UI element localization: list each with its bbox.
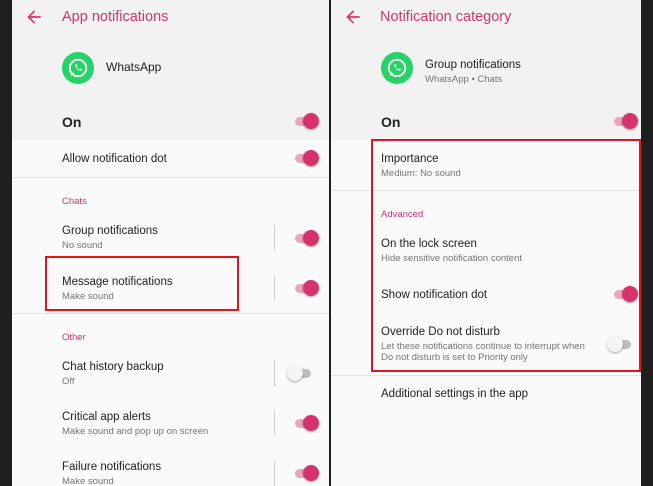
vertical-separator bbox=[274, 275, 275, 301]
back-arrow-icon[interactable] bbox=[24, 7, 44, 27]
divider bbox=[331, 375, 641, 376]
critical-app-alerts-subtitle: Make sound and pop up on screen bbox=[62, 426, 209, 437]
page-title: Notification category bbox=[380, 9, 512, 25]
highlight-box-category-settings bbox=[371, 139, 641, 372]
failure-notifications-title[interactable]: Failure notifications bbox=[62, 461, 161, 473]
section-header-other: Other bbox=[62, 332, 86, 343]
category-toggle[interactable] bbox=[612, 113, 638, 129]
additional-settings-link[interactable]: Additional settings in the app bbox=[381, 388, 528, 400]
divider bbox=[12, 177, 329, 178]
critical-app-alerts-title[interactable]: Critical app alerts bbox=[62, 411, 151, 423]
app-name: WhatsApp bbox=[106, 60, 162, 74]
back-arrow-icon[interactable] bbox=[343, 7, 363, 27]
critical-app-alerts-toggle[interactable] bbox=[293, 415, 319, 431]
chat-history-backup-toggle[interactable] bbox=[287, 365, 313, 381]
whatsapp-icon bbox=[381, 52, 413, 84]
page-title: App notifications bbox=[62, 9, 169, 25]
group-notifications-subtitle: No sound bbox=[62, 240, 103, 251]
vertical-separator bbox=[274, 225, 275, 251]
group-notifications-title[interactable]: Group notifications bbox=[62, 225, 158, 237]
failure-notifications-subtitle: Make sound bbox=[62, 476, 114, 486]
failure-notifications-toggle[interactable] bbox=[293, 465, 319, 481]
allow-notification-dot-label: Allow notification dot bbox=[62, 153, 167, 165]
whatsapp-icon bbox=[62, 52, 94, 84]
section-header-chats: Chats bbox=[62, 196, 87, 207]
category-subtitle: WhatsApp • Chats bbox=[425, 74, 503, 85]
allow-notification-dot-toggle[interactable] bbox=[293, 150, 319, 166]
category-title: Group notifications bbox=[425, 59, 521, 71]
vertical-separator bbox=[274, 410, 275, 436]
app-notifications-screen: App notifications WhatsApp On Allow noti… bbox=[12, 0, 329, 486]
master-toggle[interactable] bbox=[293, 113, 319, 129]
vertical-separator bbox=[274, 360, 275, 386]
chat-history-backup-subtitle: Off bbox=[62, 376, 75, 387]
vertical-separator bbox=[274, 460, 275, 486]
chat-history-backup-title[interactable]: Chat history backup bbox=[62, 361, 164, 373]
category-toggle-label: On bbox=[381, 114, 401, 130]
highlight-box-message-notifications bbox=[45, 256, 239, 311]
group-notifications-toggle[interactable] bbox=[293, 230, 319, 246]
master-toggle-label: On bbox=[62, 114, 82, 130]
divider bbox=[12, 313, 329, 314]
message-notifications-toggle[interactable] bbox=[293, 280, 319, 296]
